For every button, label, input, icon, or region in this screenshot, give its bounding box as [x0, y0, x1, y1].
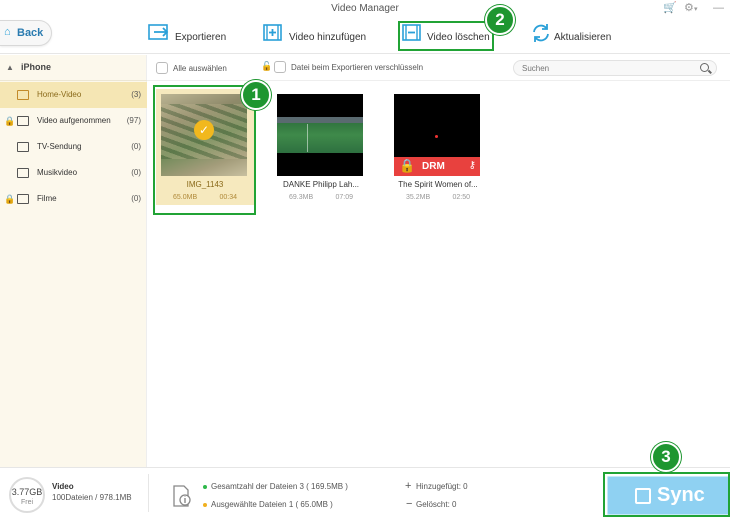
selected-files-text: Ausgewählte Dateien 1 ( 65.0MB )	[211, 500, 333, 509]
selected-check-icon: ✓	[194, 120, 214, 140]
video-card-spirit-women[interactable]: 🔒 DRM ⚷ The Spirit Women of... 35.2MB 02…	[389, 89, 487, 205]
eject-icon: ▲	[6, 63, 14, 72]
video-card-danke[interactable]: DANKE Philipp Lah... 69.3MB 07:09	[272, 89, 370, 205]
refresh-label: Aktualisieren	[554, 32, 612, 43]
video-size: 65.0MB	[173, 194, 198, 201]
home-icon: ⌂	[4, 26, 11, 38]
video-duration: 07:09	[335, 194, 353, 201]
refresh-icon	[533, 24, 549, 42]
sidebar-item-label: Musikvideo	[37, 168, 78, 177]
sidebar-item-movies[interactable]: 🔒 Filme (0)	[0, 186, 147, 212]
total-files-text: Gesamtzahl der Dateien 3 ( 169.5MB )	[211, 482, 348, 491]
added-plus-icon: +	[405, 480, 412, 492]
total-dot	[203, 485, 207, 489]
film-delete-icon	[402, 24, 421, 41]
sidebar-item-label: Filme	[37, 194, 57, 203]
sidebar-item-count: (0)	[131, 194, 141, 203]
drm-banner: 🔒 DRM ⚷	[394, 157, 480, 176]
key-icon: ⚷	[468, 160, 476, 171]
drm-label: DRM	[422, 161, 445, 172]
category-detail: 100Dateien / 978.1MB	[52, 493, 132, 502]
sidebar-item-home-video[interactable]: Home-Video (3)	[0, 82, 147, 108]
video-thumbnail	[277, 94, 363, 176]
video-name: IMG_1143	[186, 180, 224, 189]
refresh-button[interactable]: Aktualisieren	[530, 18, 614, 52]
sidebar-item-count: (0)	[131, 142, 141, 151]
gear-icon[interactable]: ⚙	[684, 1, 694, 15]
sidebar-item-tv-show[interactable]: TV-Sendung (0)	[0, 134, 147, 160]
camcorder-icon	[17, 116, 29, 126]
add-video-label: Video hinzufügen	[289, 32, 367, 43]
device-header[interactable]: ▲ iPhone	[0, 55, 147, 81]
minimize-icon[interactable]: —	[713, 1, 724, 15]
video-manager-window: Video Manager 🛒 ⚙ ▾ — ⌂ Back Exportieren…	[0, 0, 730, 517]
title-bar: Video Manager 🛒 ⚙ ▾ —	[0, 0, 730, 18]
video-name: DANKE Philipp Lah...	[282, 180, 360, 189]
step-3-badge: 3	[651, 442, 681, 472]
added-text: Hinzugefügt: 0	[416, 482, 468, 491]
sync-button[interactable]: Sync	[607, 476, 730, 515]
back-button-label: Back	[17, 27, 44, 39]
sidebar-item-count: (97)	[126, 116, 141, 125]
search-box[interactable]	[513, 60, 717, 76]
film-icon	[17, 194, 29, 204]
video-card-img-1143[interactable]: ✓ IMG_1143 65.0MB 00:34	[156, 89, 254, 205]
storage-indicator: 3.77GB Frei	[9, 477, 45, 513]
sidebar-item-count: (3)	[131, 90, 141, 99]
category-sidebar: ▲ iPhone Home-Video (3) 🔒 Video aufgenom…	[0, 55, 147, 467]
sidebar-item-label: TV-Sendung	[37, 142, 82, 151]
step-2-badge: 2	[485, 5, 515, 35]
lock-icon: 🔒	[4, 116, 16, 126]
sidebar-item-music-video[interactable]: Musikvideo (0)	[0, 160, 147, 186]
delete-video-button[interactable]: Video löschen	[402, 18, 494, 52]
select-all-checkbox[interactable]	[156, 62, 168, 74]
search-icon[interactable]	[700, 63, 709, 72]
tv-icon	[17, 142, 29, 152]
deleted-text: Gelöscht: 0	[416, 500, 457, 509]
select-all-label: Alle auswählen	[173, 64, 227, 73]
filter-bar: Alle auswählen 🔓 Datei beim Exportieren …	[147, 55, 730, 81]
deleted-minus-icon: −	[406, 498, 413, 510]
storage-value: 3.77GB	[11, 487, 43, 497]
encrypt-checkbox[interactable]	[274, 61, 286, 73]
sidebar-item-label: Home-Video	[37, 90, 82, 99]
encrypt-label: Datei beim Exportieren verschlüsseln	[291, 63, 424, 72]
step-1-badge: 1	[241, 80, 271, 110]
sync-icon	[635, 488, 651, 504]
chevron-down-icon[interactable]: ▾	[694, 3, 698, 17]
lock-icon: 🔒	[4, 194, 16, 204]
window-title: Video Manager	[331, 3, 399, 14]
selected-dot	[203, 503, 207, 507]
category-name: Video	[52, 482, 74, 491]
export-icon	[148, 24, 169, 40]
video-name: The Spirit Women of...	[398, 180, 478, 189]
export-button[interactable]: Exportieren	[148, 18, 228, 52]
file-info-icon	[173, 485, 191, 507]
film-add-icon	[263, 24, 282, 41]
cart-icon[interactable]: 🛒	[663, 1, 677, 15]
add-video-button[interactable]: Video hinzufügen	[263, 18, 367, 52]
home-video-icon	[17, 90, 29, 100]
video-thumbnail: ✓	[161, 94, 247, 176]
device-name: iPhone	[21, 62, 52, 72]
main-toolbar: ⌂ Back Exportieren Video hinzufügen Vide…	[0, 18, 730, 54]
sync-label: Sync	[657, 484, 705, 506]
video-size: 69.3MB	[289, 194, 314, 201]
search-input[interactable]	[522, 63, 692, 74]
sidebar-item-count: (0)	[131, 168, 141, 177]
video-thumbnail: 🔒 DRM ⚷	[394, 94, 480, 176]
lock-icon: 🔒	[399, 158, 416, 173]
back-button[interactable]: ⌂ Back	[0, 20, 52, 46]
video-duration: 02:50	[452, 194, 470, 201]
sidebar-item-label: Video aufgenommen	[37, 116, 111, 125]
lock-icon: 🔓	[261, 61, 273, 71]
storage-free-label: Frei	[20, 499, 34, 506]
video-size: 35.2MB	[406, 194, 431, 201]
video-duration: 00:34	[219, 194, 237, 201]
export-label: Exportieren	[175, 32, 227, 43]
music-video-icon	[17, 168, 29, 178]
divider	[148, 474, 149, 512]
delete-video-label: Video löschen	[427, 32, 490, 43]
sidebar-item-recorded-video[interactable]: 🔒 Video aufgenommen (97)	[0, 108, 147, 134]
